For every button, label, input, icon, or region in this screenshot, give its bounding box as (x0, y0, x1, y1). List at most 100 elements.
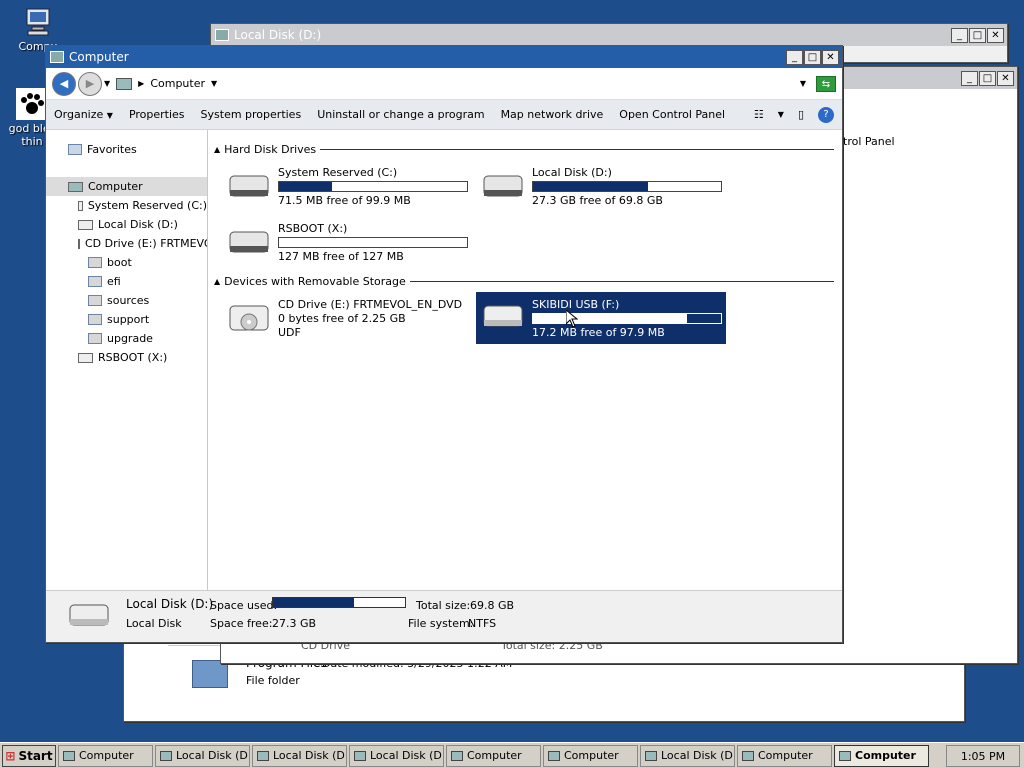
usb-drive-item[interactable]: SKIBIDI USB (F:) 17.2 MB free of 97.9 MB (476, 292, 726, 344)
window-icon (742, 750, 754, 761)
space-used-bar (272, 597, 406, 608)
close-button[interactable]: ✕ (997, 70, 1014, 86)
space-free-label: Space free: (210, 617, 273, 630)
total-size-value: 69.8 GB (470, 599, 515, 612)
taskbar-item[interactable]: Computer (58, 744, 153, 767)
nav-item[interactable]: boot (46, 253, 207, 272)
organize-button[interactable]: Organize ▼ (54, 108, 113, 121)
taskbar-item[interactable]: Computer (737, 744, 832, 767)
maximize-button[interactable]: □ (804, 49, 821, 65)
drive-free-space: 0 bytes free of 2.25 GB (278, 312, 406, 325)
nav-item[interactable]: upgrade (46, 329, 207, 348)
drive-icon (78, 219, 93, 230)
nav-item[interactable]: CD Drive (E:) FRTMEVOL (46, 234, 207, 253)
total-size-label: Total size: (416, 599, 471, 612)
title-bar[interactable]: Computer _ □ ✕ (46, 46, 842, 68)
drive-item[interactable]: System Reserved (C:) 71.5 MB free of 99.… (228, 166, 478, 218)
close-button[interactable]: ✕ (822, 49, 839, 65)
content-pane: ▲ Hard Disk Drives System Reserved (C:) … (208, 130, 842, 590)
address-dropdown-icon[interactable]: ▼ (800, 79, 806, 88)
open-control-panel-button[interactable]: Open Control Panel (619, 108, 725, 121)
back-button[interactable]: ◀ (52, 71, 76, 96)
chevron-down-icon[interactable]: ▼ (211, 79, 217, 88)
folder-icon (88, 257, 102, 268)
taskbar-item[interactable]: Local Disk (D:) (640, 744, 735, 767)
close-button[interactable]: ✕ (987, 27, 1004, 43)
minimize-button[interactable]: _ (961, 70, 978, 86)
nav-item[interactable]: Local Disk (D:) (46, 215, 207, 234)
navigation-pane: Favorites Computer System Reserved (C:) L… (46, 130, 208, 590)
nav-label: support (107, 313, 150, 326)
paw-icon (16, 88, 48, 120)
drive-name: Local Disk (D:) (532, 166, 612, 179)
chevron-right-icon[interactable]: ▶ (138, 79, 144, 88)
taskbar-item-label: Computer (79, 749, 134, 762)
taskbar-item[interactable]: Local Disk (D:) (252, 744, 347, 767)
nav-item[interactable]: support (46, 310, 207, 329)
address-bar: ◀ ▶ ▼ ▶ Computer ▼ ▼ ⇆ (46, 68, 842, 100)
system-properties-button[interactable]: System properties (201, 108, 302, 121)
usb-drive-icon (483, 305, 523, 327)
window-icon (160, 750, 172, 761)
space-free-value: 27.3 GB (272, 617, 317, 630)
nav-item[interactable]: efi (46, 272, 207, 291)
drive-name: RSBOOT (X:) (278, 222, 348, 235)
section-hard-disk-drives[interactable]: ▲ Hard Disk Drives (214, 142, 834, 156)
section-removable-storage[interactable]: ▲ Devices with Removable Storage (214, 274, 834, 288)
section-label: Hard Disk Drives (224, 142, 317, 156)
nav-item[interactable]: RSBOOT (X:) (46, 348, 207, 367)
drive-item[interactable]: Local Disk (D:) 27.3 GB free of 69.8 GB (482, 166, 732, 218)
mouse-cursor-icon (566, 310, 578, 328)
views-icon[interactable]: ☷ (754, 108, 764, 121)
control-panel-fragment: trol Panel (843, 135, 895, 148)
taskbar-item-label: Computer (758, 749, 813, 762)
window-icon (257, 750, 269, 761)
window-title: Local Disk (D:) (234, 28, 322, 42)
details-type: Local Disk (126, 617, 182, 630)
star-icon (68, 144, 82, 155)
taskbar-item[interactable]: Local Disk (D:) (155, 744, 250, 767)
folder-icon (88, 276, 102, 287)
nav-computer[interactable]: Computer (46, 177, 207, 196)
cd-drive-item[interactable]: CD Drive (E:) FRTMEVOL_EN_DVD 0 bytes fr… (228, 298, 478, 350)
details-name: Local Disk (D:) (126, 597, 214, 611)
map-network-drive-button[interactable]: Map network drive (501, 108, 604, 121)
taskbar-item[interactable]: Computer (446, 744, 541, 767)
collapse-icon: ▲ (214, 144, 221, 154)
start-button[interactable]: ⊞ Start (2, 744, 56, 767)
nav-item[interactable]: System Reserved (C:) (46, 196, 207, 215)
drive-item[interactable]: RSBOOT (X:) 127 MB free of 127 MB (228, 222, 478, 274)
breadcrumb-computer[interactable]: Computer (150, 77, 205, 90)
properties-button[interactable]: Properties (129, 108, 185, 121)
nav-label: System Reserved (C:) (87, 199, 207, 212)
system-clock[interactable]: 1:05 PM (946, 745, 1020, 767)
window-icon (63, 750, 75, 761)
help-icon[interactable]: ? (818, 106, 834, 123)
drive-usage-bar (532, 181, 722, 192)
minimize-button[interactable]: _ (951, 27, 968, 43)
window-icon (548, 750, 560, 761)
drive-usage-bar (532, 313, 722, 324)
nav-item[interactable]: sources (46, 291, 207, 310)
maximize-button[interactable]: □ (979, 70, 996, 86)
title-bar[interactable]: Local Disk (D:) _ □ ✕ (211, 24, 1007, 46)
nav-label: boot (107, 256, 132, 269)
maximize-button[interactable]: □ (969, 27, 986, 43)
taskbar-item[interactable]: Computer (543, 744, 638, 767)
hard-drive-icon (229, 231, 269, 253)
taskbar-item[interactable]: Local Disk (D:) (349, 744, 444, 767)
refresh-button[interactable]: ⇆ (816, 75, 836, 92)
taskbar-item[interactable]: Computer (834, 744, 929, 767)
hard-drive-icon (229, 175, 269, 197)
minimize-button[interactable]: _ (786, 49, 803, 65)
preview-pane-icon[interactable]: ▯ (798, 108, 804, 121)
chevron-down-icon[interactable]: ▼ (778, 110, 784, 119)
breadcrumb[interactable]: ▶ Computer ▼ (110, 77, 800, 90)
computer-icon (50, 51, 64, 63)
drive-free-space: 71.5 MB free of 99.9 MB (278, 194, 411, 207)
drive-filesystem: UDF (278, 326, 301, 339)
uninstall-button[interactable]: Uninstall or change a program (317, 108, 484, 121)
nav-favorites[interactable]: Favorites (46, 140, 207, 159)
forward-button[interactable]: ▶ (78, 71, 102, 96)
computer-window[interactable]: Computer _ □ ✕ ◀ ▶ ▼ ▶ Computer ▼ ▼ ⇆ Or… (45, 45, 843, 643)
